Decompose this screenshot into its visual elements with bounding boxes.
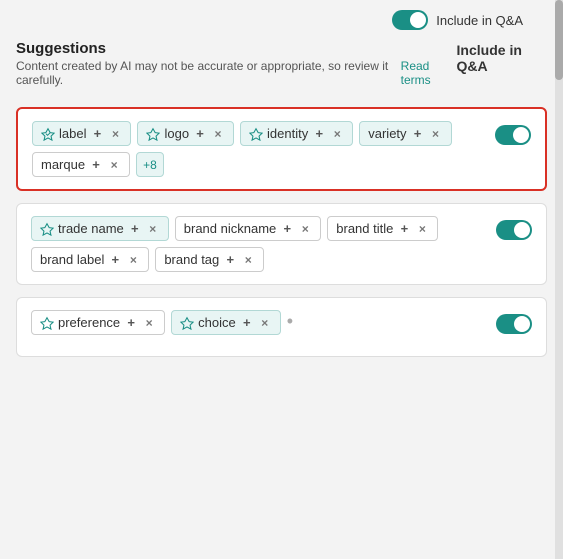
tag-brand-label-plus[interactable]: + (108, 253, 122, 267)
tag-marque-x[interactable]: × (107, 158, 121, 172)
ai-icon-5 (40, 316, 54, 330)
tag-identity-x[interactable]: × (330, 127, 344, 141)
card-3-tags: preference + × choice + × • (31, 310, 484, 335)
main-content: Suggestions Content created by AI may no… (0, 40, 563, 385)
tag-brand-tag: brand tag + × (155, 247, 264, 272)
suggestions-header: Suggestions Content created by AI may no… (16, 40, 457, 87)
card-3-toggle[interactable] (496, 314, 532, 339)
card-2-toggle-track[interactable] (496, 220, 532, 240)
card-2-tags: trade name + × brand nickname + × brand … (31, 216, 484, 272)
tag-variety: variety + × (359, 121, 451, 146)
card-1-toggle-thumb (513, 127, 529, 143)
card-1-toggle-track[interactable] (495, 125, 531, 145)
scrollbar[interactable] (555, 0, 563, 559)
card-3-toggle-thumb (514, 316, 530, 332)
tag-brand-label: brand label + × (31, 247, 149, 272)
card-1-toggle[interactable] (495, 125, 531, 150)
tag-variety-x[interactable]: × (429, 127, 443, 141)
tag-brand-tag-x[interactable]: × (241, 253, 255, 267)
tag-brand-label-text: brand label (40, 252, 104, 267)
top-toggle-label: Include in Q&A (436, 13, 523, 28)
tag-preference-text: preference (58, 315, 120, 330)
ai-icon-4 (40, 222, 54, 236)
tag-marque-text: marque (41, 157, 85, 172)
tag-marque-plus[interactable]: + (89, 158, 103, 172)
tag-label-plus[interactable]: + (90, 127, 104, 141)
tag-logo-plus[interactable]: + (193, 127, 207, 141)
suggestions-title: Suggestions (16, 40, 457, 57)
suggestions-row: Suggestions Content created by AI may no… (16, 40, 547, 95)
tag-brand-nickname-plus[interactable]: + (280, 222, 294, 236)
tag-brand-nickname-x[interactable]: × (298, 222, 312, 236)
ai-icon-2 (146, 127, 160, 141)
ai-icon (41, 127, 55, 141)
tag-label-text: label (59, 126, 86, 141)
card-3: preference + × choice + × • (16, 297, 547, 357)
read-terms-link[interactable]: Read terms (401, 59, 457, 87)
ai-icon-6 (180, 316, 194, 330)
tag-logo-x[interactable]: × (211, 127, 225, 141)
tag-preference: preference + × (31, 310, 165, 335)
card-2-toggle[interactable] (496, 220, 532, 245)
tag-choice-plus[interactable]: + (240, 316, 254, 330)
card-2: trade name + × brand nickname + × brand … (16, 203, 547, 285)
suggestions-subtitle-text: Content created by AI may not be accurat… (16, 59, 397, 87)
tag-brand-tag-plus[interactable]: + (223, 253, 237, 267)
tag-brand-label-x[interactable]: × (126, 253, 140, 267)
tag-label-x[interactable]: × (108, 127, 122, 141)
tag-identity-text: identity (267, 126, 308, 141)
tag-brand-title-x[interactable]: × (415, 222, 429, 236)
tag-brand-title-plus[interactable]: + (397, 222, 411, 236)
top-toggle-thumb (410, 12, 426, 28)
tag-brand-title: brand title + × (327, 216, 438, 241)
tag-choice: choice + × (171, 310, 281, 335)
card-2-toggle-thumb (514, 222, 530, 238)
tag-variety-text: variety (368, 126, 406, 141)
partial-indicator: • (287, 310, 293, 335)
card-1-tags: label + × logo + × (32, 121, 483, 177)
tag-choice-x[interactable]: × (258, 316, 272, 330)
tag-brand-nickname: brand nickname + × (175, 216, 322, 241)
tag-logo-text: logo (164, 126, 189, 141)
top-toggle-track[interactable] (392, 10, 428, 30)
suggestions-subtitle: Content created by AI may not be accurat… (16, 59, 457, 87)
scrollbar-thumb[interactable] (555, 0, 563, 80)
tag-preference-plus[interactable]: + (124, 316, 138, 330)
top-toggle[interactable] (392, 10, 428, 30)
tag-trade-name-plus[interactable]: + (128, 222, 142, 236)
tag-brand-tag-text: brand tag (164, 252, 219, 267)
tag-preference-x[interactable]: × (142, 316, 156, 330)
tag-brand-title-text: brand title (336, 221, 393, 236)
tag-marque: marque + × (32, 152, 130, 177)
tag-trade-name-text: trade name (58, 221, 124, 236)
tag-logo: logo + × (137, 121, 234, 146)
more-badge-1[interactable]: +8 (136, 152, 164, 177)
tag-trade-name: trade name + × (31, 216, 169, 241)
tag-variety-plus[interactable]: + (411, 127, 425, 141)
tag-identity-plus[interactable]: + (312, 127, 326, 141)
tag-label: label + × (32, 121, 131, 146)
tag-brand-nickname-text: brand nickname (184, 221, 277, 236)
tag-choice-text: choice (198, 315, 236, 330)
card-3-toggle-track[interactable] (496, 314, 532, 334)
tag-trade-name-x[interactable]: × (146, 222, 160, 236)
tag-identity: identity + × (240, 121, 353, 146)
include-label: Include in Q&A (457, 42, 547, 74)
ai-icon-3 (249, 127, 263, 141)
card-1: label + × logo + × (16, 107, 547, 191)
top-bar: Include in Q&A (0, 0, 563, 40)
